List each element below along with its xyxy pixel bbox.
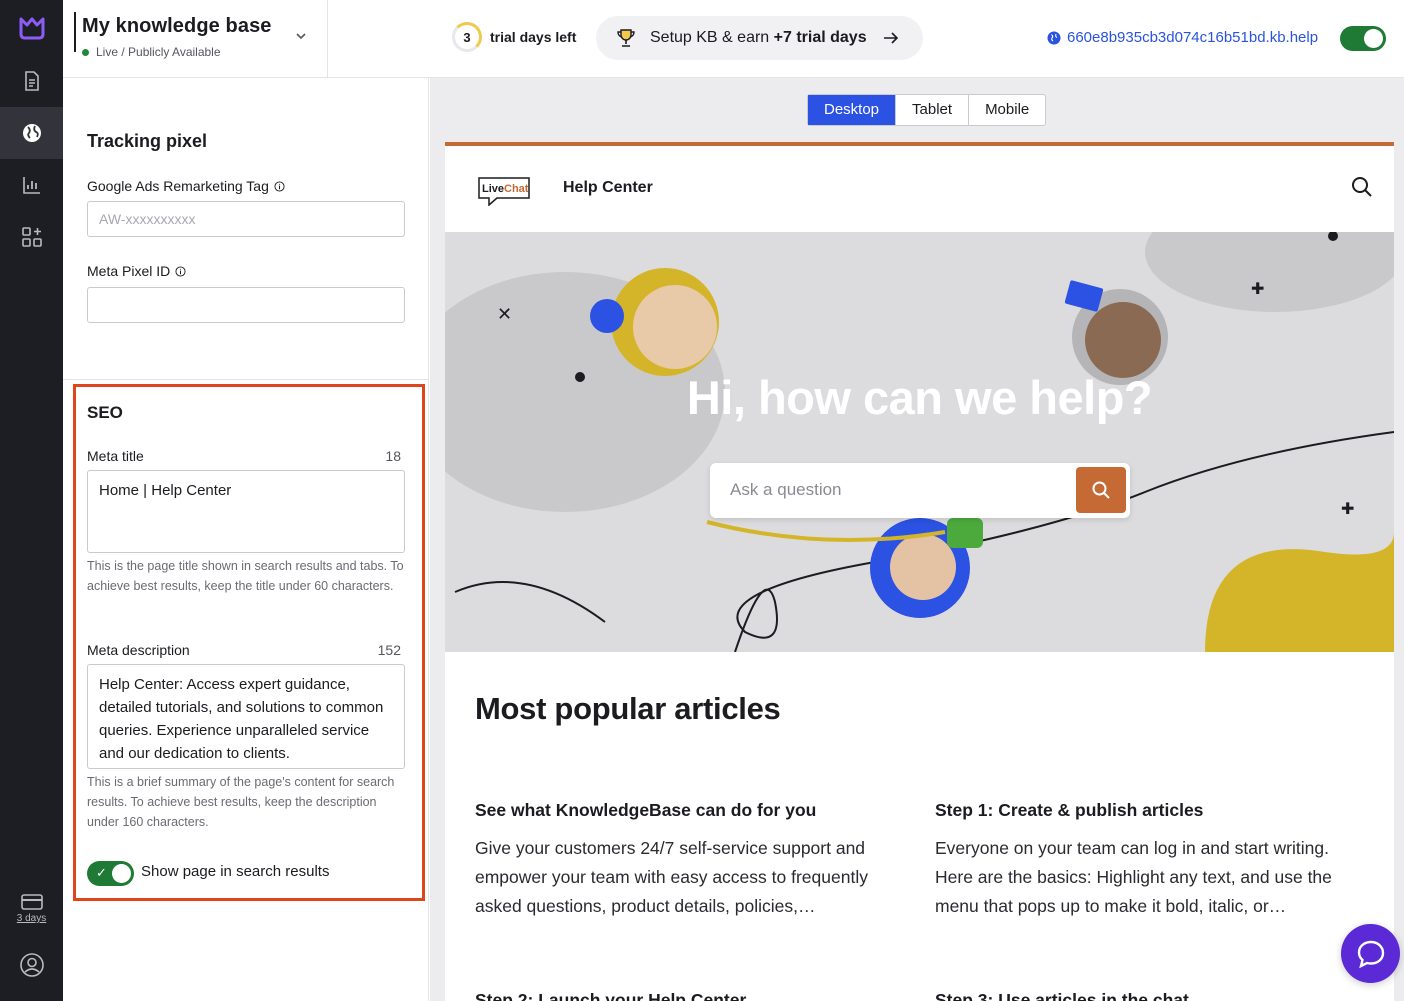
svg-text:✚: ✚: [1341, 501, 1354, 518]
trophy-icon: [617, 29, 635, 47]
site-name: Help Center: [563, 179, 653, 196]
tab-mobile[interactable]: Mobile: [969, 95, 1045, 125]
hero-search-box[interactable]: Ask a question: [710, 463, 1130, 518]
document-icon: [24, 71, 39, 91]
kb-status-text: Live / Publicly Available: [96, 45, 221, 59]
bar-chart-icon: [22, 177, 40, 194]
meta-pixel-label: Meta Pixel ID: [87, 263, 186, 279]
arrow-right-icon: [883, 32, 898, 44]
credit-card-icon: [20, 894, 43, 910]
google-ads-label-text: Google Ads Remarketing Tag: [87, 178, 269, 194]
billing-days-label: 3 days: [16, 913, 47, 924]
logo-live-text: Live: [482, 183, 504, 195]
meta-description-field[interactable]: Help Center: Access expert guidance, det…: [87, 664, 405, 769]
globe-icon: [1047, 31, 1061, 44]
trial-days-ring: 3: [452, 22, 482, 52]
livechat-logo[interactable]: Live Chat: [477, 176, 531, 206]
nav-apps[interactable]: [0, 211, 63, 263]
kb-switcher[interactable]: My knowledge base Live / Publicly Availa…: [63, 0, 328, 78]
svg-text:✚: ✚: [1251, 281, 1264, 298]
check-icon: ✓: [96, 865, 107, 880]
setup-text-pre: Setup KB & earn: [650, 29, 774, 46]
chevron-down-icon[interactable]: [293, 28, 309, 44]
info-icon[interactable]: [274, 180, 285, 192]
trial-days-label: trial days left: [490, 29, 577, 45]
hero-search-button[interactable]: [1076, 467, 1126, 513]
article-card[interactable]: See what KnowledgeBase can do for you Gi…: [475, 800, 895, 921]
setup-text-bold: +7 trial days: [773, 29, 867, 46]
section-divider: [63, 379, 428, 380]
tab-tablet[interactable]: Tablet: [896, 95, 970, 125]
article-title: See what KnowledgeBase can do for you: [475, 800, 817, 820]
setup-kb-button[interactable]: Setup KB & earn +7 trial days: [596, 16, 923, 60]
logo-chat-text: Chat: [504, 183, 529, 195]
meta-pixel-label-text: Meta Pixel ID: [87, 263, 171, 279]
settings-panel: Tracking pixel Google Ads Remarketing Ta…: [63, 78, 429, 1001]
chat-bubble-icon: [1357, 940, 1384, 968]
setup-text: Setup KB & earn +7 trial days: [650, 29, 867, 47]
tab-desktop[interactable]: Desktop: [808, 95, 897, 125]
google-ads-input[interactable]: [87, 201, 405, 237]
kb-title: My knowledge base: [82, 15, 272, 37]
info-icon[interactable]: [175, 265, 186, 277]
meta-title-hint: This is the page title shown in search r…: [87, 559, 404, 593]
device-tabs: Desktop Tablet Mobile: [807, 94, 1047, 126]
app-logo-icon[interactable]: [18, 14, 46, 40]
search-icon[interactable]: [1351, 176, 1373, 198]
left-rail: 3 days: [0, 0, 63, 1001]
hero-illustration: ✕ ✚ ✚: [445, 232, 1394, 652]
meta-description-label: Meta description: [87, 642, 190, 658]
article-card[interactable]: Step 1: Create & publish articles Everyo…: [935, 800, 1355, 921]
meta-title-label: Meta title: [87, 448, 144, 464]
hero-title: Hi, how can we help?: [686, 371, 1153, 424]
article-card[interactable]: Step 3: Use articles in the chat: [935, 990, 1355, 1001]
kb-accent-bar: [74, 12, 76, 52]
nav-publishing[interactable]: [0, 107, 63, 159]
top-header: My knowledge base Live / Publicly Availa…: [63, 0, 1404, 78]
svg-text:✕: ✕: [497, 304, 512, 324]
trial-indicator: 3 trial days left: [452, 22, 576, 52]
meta-description-count: 152: [377, 642, 401, 658]
article-title: Step 2: Launch your Help Center: [475, 990, 747, 1001]
meta-title-count: 18: [385, 448, 401, 464]
tracking-pixel-title: Tracking pixel: [87, 131, 208, 151]
article-title: Step 1: Create & publish articles: [935, 800, 1204, 820]
globe-icon: [22, 124, 41, 142]
meta-description-hint: This is a brief summary of the page's co…: [87, 775, 395, 829]
article-title: Step 3: Use articles in the chat: [935, 990, 1189, 1001]
apps-grid-icon: [21, 227, 42, 247]
hero-search-placeholder: Ask a question: [730, 480, 842, 499]
google-ads-label: Google Ads Remarketing Tag: [87, 178, 285, 194]
live-status-dot: [82, 48, 89, 56]
popular-articles-title: Most popular articles: [475, 691, 781, 726]
kb-url-link[interactable]: 660e8b935cb3d074c16b51bd.kb.help: [1047, 29, 1318, 46]
chat-widget-button[interactable]: [1341, 924, 1400, 983]
publish-toggle[interactable]: [1340, 26, 1386, 51]
billing-button[interactable]: 3 days: [0, 892, 63, 932]
site-header: Live Chat Help Center: [445, 146, 1394, 232]
article-card[interactable]: Step 2: Launch your Help Center: [475, 990, 895, 1001]
kb-url-text: 660e8b935cb3d074c16b51bd.kb.help: [1067, 29, 1319, 46]
search-icon: [1092, 481, 1110, 499]
nav-reports[interactable]: [0, 159, 63, 211]
seo-title: SEO: [87, 403, 123, 422]
meta-pixel-input[interactable]: [87, 287, 405, 323]
show-in-search-label: Show page in search results: [141, 863, 330, 880]
article-excerpt: Give your customers 24/7 self-service su…: [475, 838, 868, 916]
kb-status: Live / Publicly Available: [82, 45, 221, 59]
article-excerpt: Everyone on your team can log in and sta…: [935, 838, 1332, 916]
meta-title-field[interactable]: Home | Help Center: [87, 470, 405, 553]
account-avatar-icon[interactable]: [19, 952, 45, 978]
nav-articles[interactable]: [0, 55, 63, 107]
site-preview: Live Chat Help Center ✕ ✚ ✚ Hi, how can …: [445, 142, 1394, 1001]
show-in-search-toggle[interactable]: ✓: [87, 861, 134, 886]
hero-banner: ✕ ✚ ✚ Hi, how can we help? Ask a questio…: [445, 232, 1394, 652]
